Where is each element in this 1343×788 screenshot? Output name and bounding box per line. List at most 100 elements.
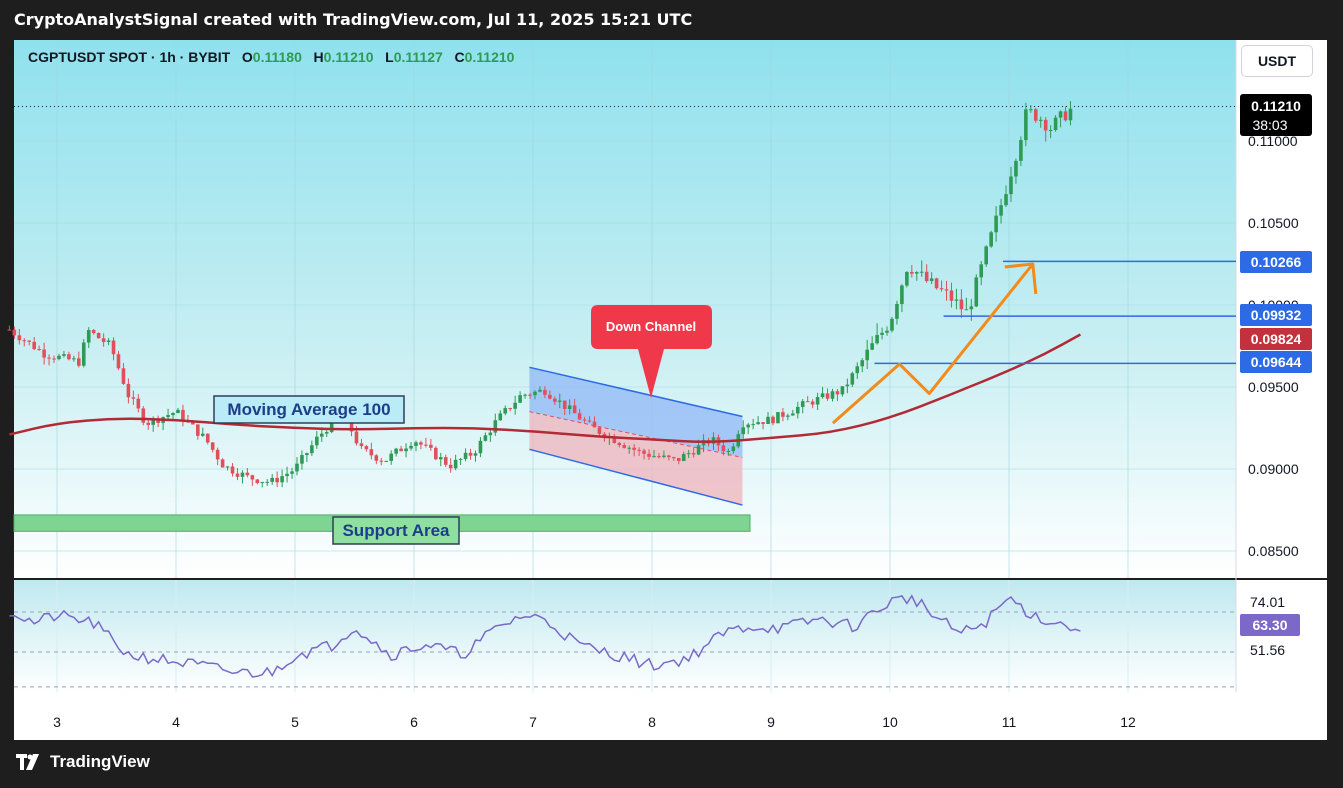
candle-body bbox=[919, 271, 924, 273]
candle-body bbox=[37, 349, 41, 351]
candle-body bbox=[508, 408, 512, 410]
x-tick-label: 7 bbox=[529, 714, 537, 730]
candle-body bbox=[905, 271, 909, 286]
candle-body bbox=[518, 395, 522, 403]
candle-body bbox=[582, 419, 587, 421]
candle-body bbox=[200, 433, 205, 436]
candle-body bbox=[771, 416, 775, 424]
candle-body bbox=[305, 453, 309, 456]
candle-body bbox=[270, 477, 274, 482]
candle-body bbox=[667, 455, 671, 458]
rsi-pane-background bbox=[14, 580, 1236, 692]
candle-body bbox=[319, 433, 324, 437]
candle-body bbox=[567, 405, 572, 409]
candle-body bbox=[483, 435, 488, 441]
candle-body bbox=[944, 289, 949, 291]
candle-body bbox=[969, 306, 974, 310]
candle-body bbox=[27, 340, 32, 342]
symbol-legend[interactable]: CGPTUSDT SPOT · 1h · BYBIT O0.11180 H0.1… bbox=[28, 49, 514, 65]
candle-body bbox=[835, 391, 840, 395]
level-badge-2-value: 0.09932 bbox=[1251, 307, 1302, 323]
candle-body bbox=[959, 299, 964, 310]
candle-body bbox=[810, 401, 815, 405]
candle-body bbox=[220, 459, 225, 468]
candle-body bbox=[146, 422, 151, 425]
support-area-callout[interactable]: Support Area bbox=[332, 516, 460, 545]
candle-body bbox=[295, 463, 299, 472]
candle-body bbox=[875, 334, 879, 344]
candle-body bbox=[101, 338, 106, 343]
candle-body bbox=[121, 368, 126, 384]
candle-body bbox=[825, 393, 830, 399]
candle-body bbox=[503, 408, 508, 414]
candle-body bbox=[880, 332, 884, 335]
candle-body bbox=[106, 340, 111, 343]
candle-body bbox=[642, 450, 646, 454]
candle-body bbox=[657, 456, 661, 458]
ma-value-badge-value: 0.09824 bbox=[1251, 331, 1302, 347]
candle-body bbox=[42, 349, 46, 358]
candle-body bbox=[870, 343, 874, 350]
candle-body bbox=[795, 406, 800, 414]
candle-body bbox=[984, 246, 988, 265]
candle-body bbox=[994, 215, 998, 233]
candle-body bbox=[652, 456, 656, 458]
candle-body bbox=[696, 445, 701, 455]
candle-body bbox=[354, 431, 359, 444]
candle-body bbox=[379, 460, 384, 462]
candle-body bbox=[1063, 111, 1068, 121]
candle-body bbox=[275, 477, 279, 483]
candle-body bbox=[865, 349, 869, 361]
candle-body bbox=[255, 479, 260, 484]
candle-body bbox=[528, 394, 532, 396]
candle-body bbox=[562, 400, 567, 409]
candle-body bbox=[572, 405, 577, 414]
candle-body bbox=[974, 277, 979, 307]
candle-body bbox=[324, 432, 329, 434]
ma-value-badge: 0.09824 bbox=[1240, 328, 1312, 350]
candle-body bbox=[845, 384, 850, 387]
candle-body bbox=[1009, 176, 1013, 195]
candle-body bbox=[761, 422, 765, 424]
candle-body bbox=[443, 457, 448, 465]
candle-body bbox=[597, 427, 602, 434]
candle-body bbox=[250, 475, 255, 480]
currency-button[interactable]: USDT bbox=[1242, 46, 1312, 76]
candle-body bbox=[453, 459, 458, 469]
candle-body bbox=[394, 448, 398, 454]
candle-body bbox=[815, 397, 820, 405]
candle-body bbox=[488, 432, 493, 436]
bar-countdown: 38:03 bbox=[1252, 117, 1287, 133]
x-tick-label: 3 bbox=[53, 714, 61, 730]
candle-body bbox=[91, 330, 96, 334]
candle-body bbox=[721, 445, 726, 452]
tradingview-branding[interactable]: TradingView bbox=[16, 752, 150, 772]
candle-body bbox=[850, 373, 855, 385]
candle-body bbox=[463, 452, 468, 459]
moving-average-callout[interactable]: Moving Average 100 bbox=[213, 395, 405, 424]
x-tick-label: 5 bbox=[291, 714, 299, 730]
x-tick-label: 8 bbox=[648, 714, 656, 730]
candle-body bbox=[399, 448, 403, 452]
price-chart[interactable]: 3456789101112 0.110000.105000.100000.095… bbox=[0, 0, 1343, 788]
candle-body bbox=[260, 482, 265, 484]
candle-body bbox=[364, 446, 369, 450]
candle-body bbox=[979, 264, 984, 278]
candle-body bbox=[1038, 119, 1043, 121]
candle-body bbox=[830, 391, 835, 399]
candle-body bbox=[741, 427, 746, 435]
x-tick-label: 9 bbox=[767, 714, 775, 730]
close-value: 0.11210 bbox=[464, 49, 515, 65]
candle-body bbox=[359, 443, 364, 447]
candle-body bbox=[910, 271, 914, 274]
candle-body bbox=[1053, 117, 1058, 130]
candle-body bbox=[686, 453, 691, 455]
candle-body bbox=[538, 389, 542, 392]
x-tick-label: 11 bbox=[1002, 714, 1017, 730]
candle-body bbox=[731, 446, 736, 452]
candle-body bbox=[855, 366, 860, 374]
candle-body bbox=[781, 412, 785, 417]
candle-body bbox=[141, 408, 146, 423]
x-tick-label: 4 bbox=[172, 714, 180, 730]
candle-body bbox=[215, 449, 220, 460]
